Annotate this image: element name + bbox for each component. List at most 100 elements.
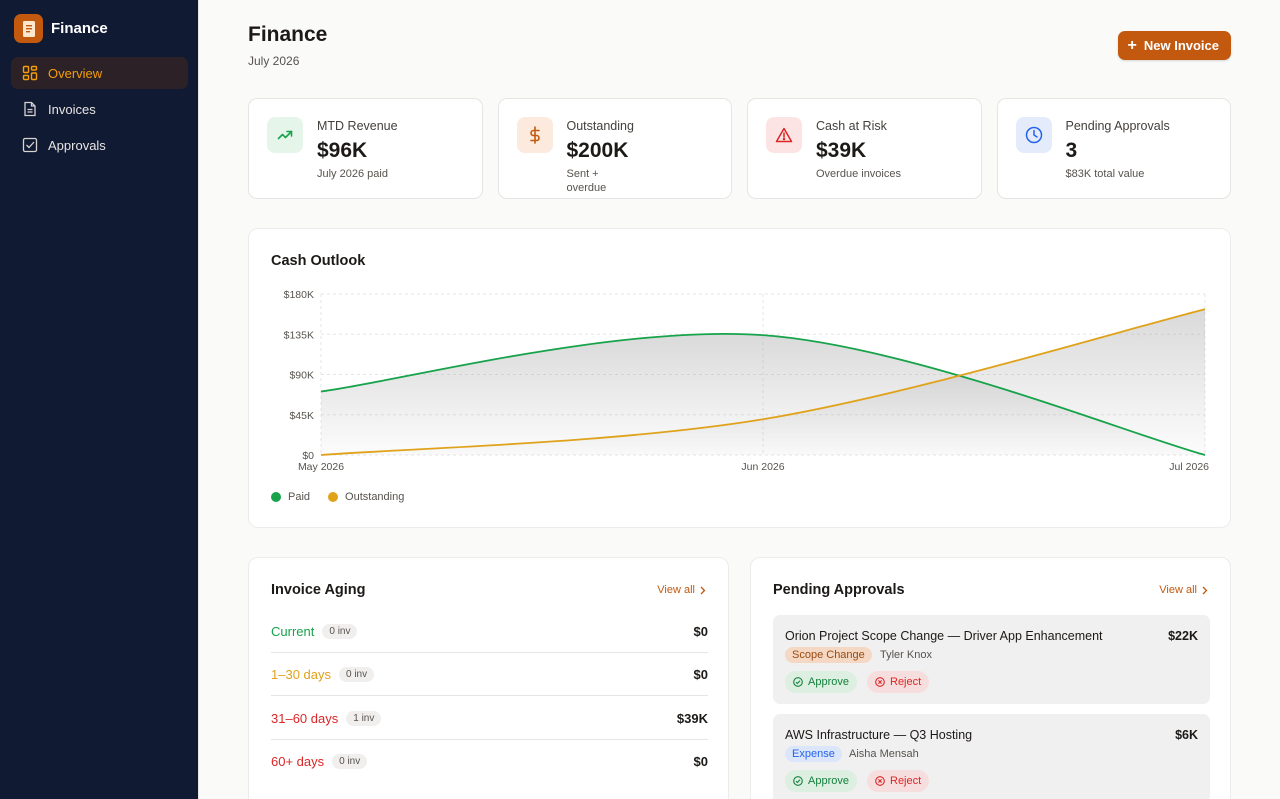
sidebar: Finance Overview Invoices Approvals <box>0 0 199 799</box>
legend-label: Paid <box>288 491 311 503</box>
approve-button[interactable]: Approve <box>785 770 857 792</box>
chart-legend: Paid Outstanding <box>271 491 422 503</box>
kpi-label: MTD Revenue <box>317 119 398 133</box>
approve-button[interactable]: Approve <box>785 671 857 693</box>
new-invoice-button[interactable]: + New Invoice <box>1117 31 1231 60</box>
aging-count-badge: 0 inv <box>332 754 368 769</box>
kpi-label: Outstanding <box>566 119 634 133</box>
sidebar-item-label: Invoices <box>48 101 96 117</box>
kpi-note: $83K total value <box>1065 168 1145 180</box>
legend-swatch <box>271 492 281 502</box>
sidebar-item-approvals[interactable]: Approvals <box>11 129 188 161</box>
view-all-label: View all <box>1159 584 1197 596</box>
grid-icon <box>22 65 38 81</box>
aging-value: $39K <box>676 710 708 726</box>
kpi-card-cash-at-risk: Cash at Risk $39K Overdue invoices <box>747 98 982 199</box>
kpi-card-mtd-revenue: MTD Revenue $96K July 2026 paid <box>248 98 483 199</box>
view-all-link[interactable]: View all <box>1159 584 1208 596</box>
approval-name: AWS Infrastructure — Q3 Hosting <box>785 728 973 742</box>
card-title: Pending Approvals <box>773 582 905 598</box>
finance-logo-icon <box>14 14 43 43</box>
kpi-value: $39K <box>816 139 867 162</box>
reject-button[interactable]: Reject <box>867 770 930 792</box>
kpi-card-outstanding: Outstanding $200K Sent + overdue <box>497 98 732 199</box>
sidebar-item-label: Approvals <box>48 137 106 153</box>
kpi-note: Overdue invoices <box>816 168 901 180</box>
approval-type-tag: Expense <box>785 746 842 762</box>
view-all-label: View all <box>657 584 695 596</box>
sidebar-item-invoices[interactable]: Invoices <box>11 93 188 125</box>
clock-icon <box>1015 117 1052 153</box>
check-circle-icon <box>793 776 803 786</box>
aging-count-badge: 1 inv <box>346 710 382 726</box>
check-circle-icon <box>793 677 803 687</box>
pending-approvals-card: Pending Approvals View all Orion Project… <box>750 557 1231 799</box>
approval-amount: $22K <box>1168 629 1198 643</box>
dollar-icon <box>516 117 553 153</box>
aging-count-badge: 0 inv <box>322 623 358 639</box>
x-tick-label: May 2026 <box>298 461 344 473</box>
page-title: Finance <box>248 23 328 46</box>
kpi-label: Cash at Risk <box>816 119 887 133</box>
y-tick-label: $90K <box>289 370 314 382</box>
legend-swatch <box>328 492 339 502</box>
new-invoice-label: New Invoice <box>1143 38 1219 53</box>
cash-outlook-chart: $0$45K$90K$135K$180K May 2026 Jun 2026 Jul… <box>284 289 1210 473</box>
aging-label: 31–60 days <box>271 710 339 726</box>
y-tick-label: $135K <box>284 329 314 341</box>
aging-count-badge: 0 inv <box>339 666 375 682</box>
aging-label: 60+ days <box>271 754 325 769</box>
x-tick-label: Jun 2026 <box>741 461 784 473</box>
aging-row-60-plus[interactable]: 60+ days 0 inv $0 <box>271 740 708 783</box>
kpi-note: July 2026 paid <box>317 168 388 180</box>
approve-label: Approve <box>808 775 849 787</box>
kpi-value: $96K <box>317 139 368 162</box>
trend-up-icon <box>267 117 303 153</box>
kpi-value: 3 <box>1065 139 1078 162</box>
chevron-right-icon <box>1202 586 1208 595</box>
kpi-note: Sent + overdue <box>566 168 607 194</box>
x-tick-label: Jul 2026 <box>1169 461 1209 473</box>
aging-row-31-60[interactable]: 31–60 days 1 inv $39K <box>271 697 708 740</box>
card-title: Invoice Aging <box>271 582 366 598</box>
y-tick-label: $45K <box>289 410 314 422</box>
chevron-right-icon <box>700 586 706 595</box>
kpi-card-pending-approvals: Pending Approvals 3 $83K total value <box>996 98 1231 199</box>
legend-item-paid[interactable]: Paid <box>271 491 310 503</box>
legend-label: Outstanding <box>345 491 405 503</box>
page-subtitle: July 2026 <box>248 54 300 68</box>
y-tick-label: $180K <box>284 289 314 301</box>
x-circle-icon <box>875 776 885 786</box>
document-icon <box>22 101 38 117</box>
aging-value: $0 <box>693 754 708 769</box>
approval-requester: Tyler Knox <box>880 649 932 661</box>
approval-item[interactable]: Orion Project Scope Change — Driver App … <box>773 615 1210 704</box>
aging-label: Current <box>271 623 315 639</box>
sidebar-item-label: Overview <box>48 65 103 81</box>
aging-row-current[interactable]: Current 0 inv $0 <box>271 610 708 653</box>
x-circle-icon <box>875 677 885 687</box>
brand-name: Finance <box>51 20 108 37</box>
kpi-value: $200K <box>566 139 629 162</box>
legend-item-outstanding[interactable]: Outstanding <box>328 491 404 503</box>
approval-amount: $6K <box>1175 728 1198 742</box>
approval-name: Orion Project Scope Change — Driver App … <box>785 629 1103 643</box>
kpi-label: Pending Approvals <box>1065 119 1170 133</box>
invoice-aging-card: Invoice Aging View all Current 0 inv $0 … <box>248 557 729 799</box>
cash-outlook-card: Cash Outlook $0 $45K $90K $135K $180K May 20… <box>248 228 1231 528</box>
alert-icon <box>766 117 802 153</box>
approval-type-tag: Scope Change <box>785 647 872 663</box>
approval-item[interactable]: AWS Infrastructure — Q3 Hosting $6K Expe… <box>773 714 1210 799</box>
plus-icon: + <box>1127 36 1137 54</box>
checkbox-icon <box>22 137 38 153</box>
approval-requester: Aisha Mensah <box>849 748 919 760</box>
aging-row-1-30[interactable]: 1–30 days 0 inv $0 <box>271 653 708 696</box>
approve-label: Approve <box>808 676 849 688</box>
aging-label: 1–30 days <box>271 666 331 682</box>
brand[interactable]: Finance <box>14 14 108 43</box>
view-all-link[interactable]: View all <box>657 584 706 596</box>
sidebar-item-overview[interactable]: Overview <box>11 57 188 89</box>
sidebar-nav: Overview Invoices Approvals <box>11 57 188 165</box>
reject-button[interactable]: Reject <box>867 671 930 693</box>
reject-label: Reject <box>890 676 922 688</box>
